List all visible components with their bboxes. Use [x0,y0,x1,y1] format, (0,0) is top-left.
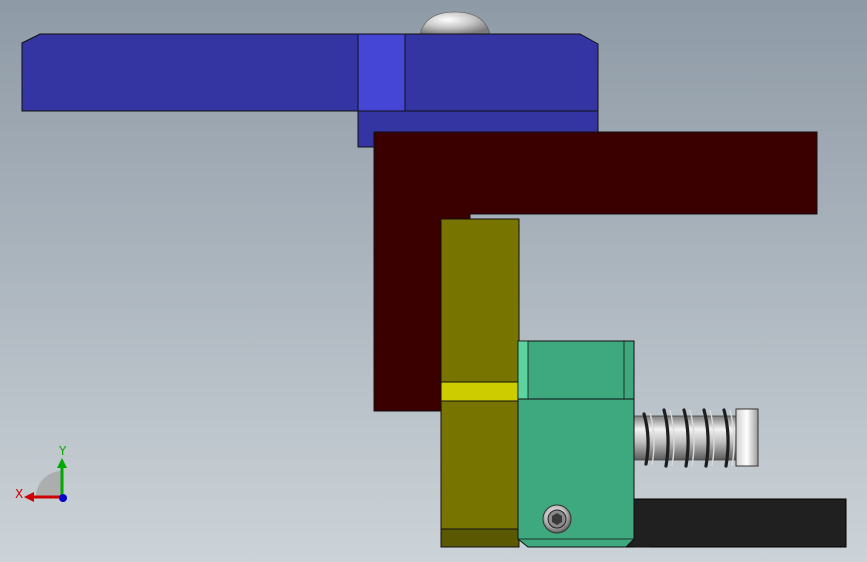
column-band [440,381,520,402]
guide-column[interactable] [440,218,520,548]
slide-block[interactable] [517,340,650,548]
cad-model-view[interactable]: Y X [0,0,867,562]
clamp-arm-pivot-face [357,33,406,112]
axis-x-label: X [15,487,23,501]
slide-block-chamfer [517,340,529,400]
socket-screw-icon [542,504,572,534]
axis-y-label: Y [58,444,67,458]
base-plate[interactable] [617,498,847,548]
graphics-viewport[interactable]: Y X [0,0,867,562]
compression-spring-icon [633,408,759,468]
